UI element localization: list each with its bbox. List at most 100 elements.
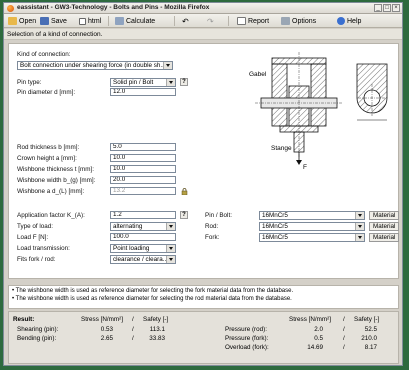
notes-panel: • The wishbone width is used as referenc… xyxy=(8,285,399,309)
wishbone-thickness-label: Wishbone thickness t [mm]: xyxy=(17,166,94,173)
crown-height-input[interactable]: 10.0 xyxy=(110,154,176,162)
open-button[interactable]: Open xyxy=(8,16,36,26)
bending-slash: / xyxy=(132,335,134,342)
pressure-fork-safety: 210.0 xyxy=(361,335,377,342)
lock-icon[interactable] xyxy=(181,188,188,195)
report-button[interactable]: Report xyxy=(237,16,269,26)
fork-material-value: 16MnCr5 xyxy=(262,234,288,241)
report-label: Report xyxy=(248,17,270,25)
chevron-down-icon xyxy=(166,245,175,252)
load-label: Load F [N]: xyxy=(17,234,49,241)
html-checkbox[interactable]: html xyxy=(79,16,101,26)
maximize-button[interactable]: □ xyxy=(383,4,391,12)
rod-material-button[interactable]: Material xyxy=(369,222,400,231)
overload-fork-stress: 14.69 xyxy=(307,344,323,351)
load-transmission-select[interactable]: Point loading xyxy=(110,244,176,253)
kind-value: Bolt connection under shearing force (in… xyxy=(20,62,166,69)
pin-material-button[interactable]: Material xyxy=(369,211,400,220)
kind-of-connection-select[interactable]: Bolt connection under shearing force (in… xyxy=(17,61,173,70)
left-slash: / xyxy=(132,316,134,323)
calculate-button[interactable]: Calculate xyxy=(115,16,155,26)
pin-type-select[interactable]: Solid pin / Bolt xyxy=(110,78,176,87)
shearing-label: Shearing (pin): xyxy=(17,326,59,333)
pin-type-label: Pin type: xyxy=(17,79,42,86)
right-stress-header: Stress [N/mm²] xyxy=(289,316,331,323)
calculator-icon xyxy=(115,17,124,25)
open-label: Open xyxy=(19,17,37,25)
checkbox-icon xyxy=(79,17,86,25)
toolbar-separator xyxy=(228,16,229,26)
bending-label: Bending (pin): xyxy=(17,335,57,342)
chevron-down-icon xyxy=(166,223,175,230)
pin-diameter-label: Pin diameter d [mm]: xyxy=(17,89,76,96)
help-icon xyxy=(337,17,345,25)
left-safety-header: Safety [-] xyxy=(143,316,169,323)
save-button[interactable]: Save xyxy=(40,16,67,26)
load-input[interactable]: 100.0 xyxy=(110,233,176,241)
chevron-down-icon xyxy=(166,256,175,263)
wishbone-thickness-input[interactable]: 10.0 xyxy=(110,165,176,173)
status-subtitle: Selection of a kind of connection. xyxy=(4,29,402,40)
close-button[interactable]: × xyxy=(392,4,400,12)
application-factor-input[interactable]: 1.2 xyxy=(110,211,176,219)
minimize-button[interactable]: _ xyxy=(374,4,382,12)
pressure-fork-stress: 0.5 xyxy=(314,335,323,342)
type-of-load-select[interactable]: alternating xyxy=(110,222,176,231)
pin-material-select[interactable]: 16MnCr5 xyxy=(259,211,365,220)
pressure-rod-slash: / xyxy=(343,326,345,333)
options-icon xyxy=(281,17,290,25)
pin-material-label: Pin / Bolt: xyxy=(205,212,232,219)
options-button[interactable]: Options xyxy=(281,16,316,26)
note-rod-text: The wishbone width is used as reference … xyxy=(15,295,292,302)
pin-material-value: 16MnCr5 xyxy=(262,212,288,219)
bolt-connection-drawing: Gabel Stange F xyxy=(249,52,388,170)
load-arrow xyxy=(296,152,302,165)
results-panel: Result: Stress [N/mm²] / Safety [-] Shea… xyxy=(8,311,399,364)
rod-thickness-label: Rod thickness b [mm]: xyxy=(17,144,80,151)
stange-label: Stange xyxy=(271,145,292,152)
wishbone-ad-input[interactable]: 13.2 xyxy=(110,187,176,195)
wishbone-width-input[interactable]: 20.0 xyxy=(110,176,176,184)
toolbar: Open Save html Calculate ↶ ↷ Report Opti… xyxy=(4,14,402,28)
pin-type-help-button[interactable]: ? xyxy=(180,78,188,86)
browser-window: eassistant - GW3-Technology - Bolts and … xyxy=(3,2,403,366)
pressure-rod-label: Pressure (rod): xyxy=(225,326,267,333)
pressure-rod-safety: 52.5 xyxy=(364,326,377,333)
application-factor-label: Application factor K_(A): xyxy=(17,212,85,219)
note-rod: • The wishbone width is used as referenc… xyxy=(12,295,292,302)
toolbar-separator xyxy=(108,16,109,26)
pin-diameter-input[interactable]: 12.0 xyxy=(110,88,176,96)
window-title: eassistant - GW3-Technology - Bolts and … xyxy=(17,4,210,11)
rod-material-value: 16MnCr5 xyxy=(262,223,288,230)
undo-button[interactable]: ↶ xyxy=(182,16,189,26)
overload-fork-label: Overload (fork): xyxy=(225,344,269,351)
help-button[interactable]: Help xyxy=(337,16,361,26)
chevron-down-icon xyxy=(355,234,364,241)
options-label: Options xyxy=(292,17,317,25)
bending-safety: 33.83 xyxy=(149,335,165,342)
right-slash: / xyxy=(343,316,345,323)
force-label: F xyxy=(303,164,307,170)
redo-icon: ↷ xyxy=(207,16,214,26)
rod-material-select[interactable]: 16MnCr5 xyxy=(259,222,365,231)
pressure-rod-stress: 2.0 xyxy=(314,326,323,333)
folder-icon xyxy=(8,17,17,25)
redo-button[interactable]: ↷ xyxy=(207,16,214,26)
application-factor-help-button[interactable]: ? xyxy=(180,211,188,219)
fits-select[interactable]: clearance / cleara... xyxy=(110,255,176,264)
left-stress-header: Stress [N/mm²] xyxy=(81,316,123,323)
note-fork-text: The wishbone width is used as reference … xyxy=(15,288,294,294)
chevron-down-icon xyxy=(166,79,175,86)
fork-material-select[interactable]: 16MnCr5 xyxy=(259,233,365,242)
shearing-safety: 113.1 xyxy=(149,326,165,333)
fork-material-button[interactable]: Material xyxy=(369,233,400,242)
chevron-down-icon xyxy=(163,62,172,69)
fits-value: clearance / cleara... xyxy=(113,256,168,263)
overload-fork-safety: 8.17 xyxy=(364,344,377,351)
pressure-fork-label: Pressure (fork): xyxy=(225,335,269,342)
rod-thickness-input[interactable]: 5.0 xyxy=(110,143,176,151)
title-bar: eassistant - GW3-Technology - Bolts and … xyxy=(4,3,402,14)
bending-stress: 2.65 xyxy=(100,335,113,342)
html-label: html xyxy=(88,17,102,25)
calculate-label: Calculate xyxy=(126,17,156,25)
